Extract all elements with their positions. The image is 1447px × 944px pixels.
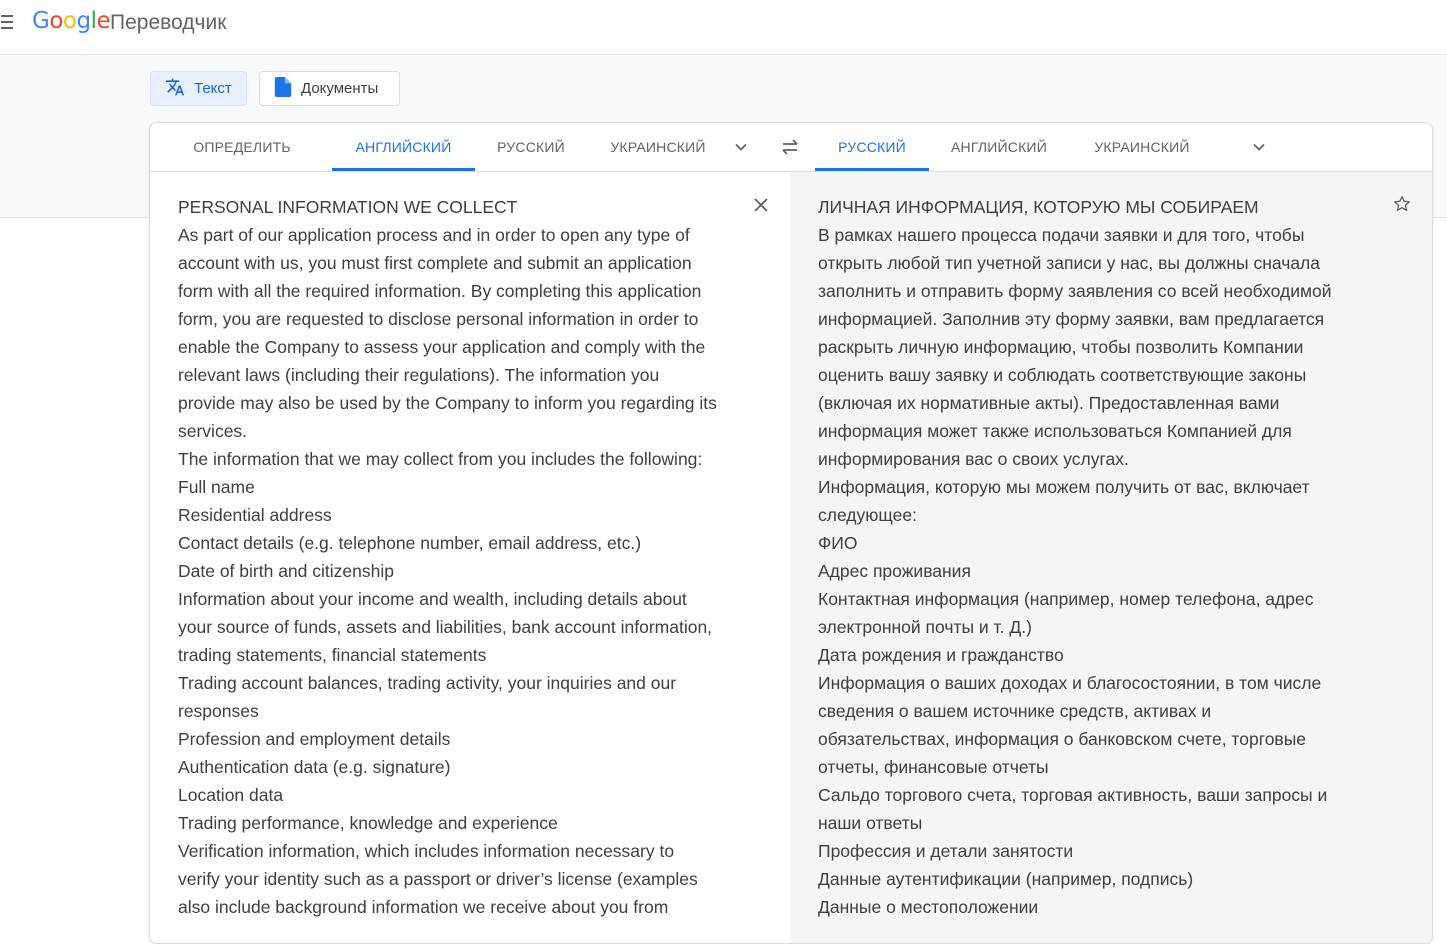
translation-line: информацией. Заполнив эту форму заявки, … xyxy=(818,309,1325,329)
translation-line: ФИО xyxy=(818,533,858,553)
translation-card: ОПРЕДЕЛИТЬ ЯЗЫК АНГЛИЙСКИЙ РУССКИЙ УКРАИ… xyxy=(149,122,1433,944)
source-line: provide may also be used by the Company … xyxy=(178,393,717,413)
translation-line: Профессия и детали занятости xyxy=(818,841,1074,861)
source-line: account with us, you must first complete… xyxy=(178,253,692,273)
source-line: As part of our application process and i… xyxy=(178,225,690,245)
translation-line: следующее: xyxy=(818,505,917,525)
translation-line: Данные аутентификации (например, подпись… xyxy=(818,869,1194,889)
source-line: Full name xyxy=(178,477,255,497)
source-line: verify your identity such as a passport … xyxy=(178,869,698,889)
translation-line: Информация о ваших доходах и благосостоя… xyxy=(818,673,1322,693)
translation-line: электронной почты и т. Д.) xyxy=(818,617,1032,637)
language-bar: ОПРЕДЕЛИТЬ ЯЗЫК АНГЛИЙСКИЙ РУССКИЙ УКРАИ… xyxy=(150,123,1432,203)
source-text-pane[interactable]: PERSONAL INFORMATION WE COLLECT As part … xyxy=(150,172,790,943)
source-line: your source of funds, assets and liabili… xyxy=(178,617,713,637)
source-textarea[interactable]: PERSONAL INFORMATION WE COLLECT As part … xyxy=(178,193,738,921)
logo-letter: g xyxy=(76,8,91,34)
translation-line: оценить вашу заявку и соблюдать соответс… xyxy=(818,365,1307,385)
translation-line: наши ответы xyxy=(818,813,923,833)
source-line: Information about your income and wealth… xyxy=(178,589,687,609)
source-line: Residential address xyxy=(178,505,332,525)
hamburger-menu-icon[interactable] xyxy=(0,10,16,34)
translation-line: В рамках нашего процесса подачи заявки и… xyxy=(818,225,1305,245)
source-more-languages-chevron-down-icon[interactable] xyxy=(733,139,749,155)
app-header: Google Переводчик xyxy=(0,0,1447,55)
translation-line: (включая их нормативные акты). Предостав… xyxy=(818,393,1280,413)
source-line: Date of birth and citizenship xyxy=(178,561,394,581)
logo-letter: o xyxy=(49,8,63,34)
translation-line: обязательствах, информация о банковском … xyxy=(818,729,1307,749)
text-mode-button[interactable]: Текст xyxy=(150,71,247,106)
translation-line: сведения о вашем источнике средств, акти… xyxy=(818,701,1212,721)
source-line: The information that we may collect from… xyxy=(178,449,703,469)
translation-line: Дата рождения и гражданство xyxy=(818,645,1064,665)
target-lang-ukrainian[interactable]: УКРАИНСКИЙ xyxy=(1094,123,1190,171)
documents-mode-label: Документы xyxy=(301,80,379,97)
target-more-languages-chevron-down-icon[interactable] xyxy=(1251,139,1267,155)
source-line: responses xyxy=(178,701,259,721)
source-line: also include background information we r… xyxy=(178,897,669,917)
source-line: Location data xyxy=(178,785,284,805)
translation-line: Сальдо торгового счета, торговая активно… xyxy=(818,785,1328,805)
source-lang-ukrainian[interactable]: УКРАИНСКИЙ xyxy=(610,123,706,171)
translation-output: ЛИЧНАЯ ИНФОРМАЦИЯ, КОТОРУЮ МЫ СОБИРАЕМ В… xyxy=(818,193,1363,921)
translation-line: Данные о местоположении xyxy=(818,897,1039,917)
source-line: PERSONAL INFORMATION WE COLLECT xyxy=(178,197,518,217)
translate-icon xyxy=(165,77,185,101)
translation-line: открыть любой тип учетной записи у нас, … xyxy=(818,253,1321,273)
source-line: form, you are requested to disclose pers… xyxy=(178,309,699,329)
source-line: Trading account balances, trading activi… xyxy=(178,673,677,693)
source-line: Authentication data (e.g. signature) xyxy=(178,757,451,777)
translation-line: раскрыть личную информацию, чтобы позвол… xyxy=(818,337,1304,357)
logo-letter: o xyxy=(62,8,77,34)
source-line: enable the Company to assess your applic… xyxy=(178,337,706,357)
translation-line: Контактная информация (например, номер т… xyxy=(818,589,1314,609)
source-lang-russian[interactable]: РУССКИЙ xyxy=(490,123,572,171)
translation-line: ЛИЧНАЯ ИНФОРМАЦИЯ, КОТОРУЮ МЫ СОБИРАЕМ xyxy=(818,197,1259,217)
google-logo: Google xyxy=(32,8,111,34)
translation-line: Информация, которую мы можем получить от… xyxy=(818,477,1310,497)
logo-letter: e xyxy=(96,8,111,34)
translation-line: Адрес проживания xyxy=(818,561,971,581)
translation-line: информация может также использоваться Ко… xyxy=(818,421,1292,441)
source-lang-english[interactable]: АНГЛИЙСКИЙ xyxy=(332,123,475,171)
source-lang-detect[interactable]: ОПРЕДЕЛИТЬ ЯЗЫК xyxy=(174,123,310,203)
clear-text-close-icon[interactable] xyxy=(753,197,769,213)
app-name: Переводчик xyxy=(110,11,227,34)
source-line: relevant laws (including their regulatio… xyxy=(178,365,660,385)
translation-line: отчеты, финансовые отчеты xyxy=(818,757,1049,777)
source-line: Profession and employment details xyxy=(178,729,451,749)
logo-letter: G xyxy=(32,8,50,34)
source-line: form with all the required information. … xyxy=(178,281,702,301)
translation-line: заполнить и отправить форму заявления со… xyxy=(818,281,1332,301)
source-line: trading statements, financial statements xyxy=(178,645,487,665)
save-translation-star-icon[interactable] xyxy=(1392,194,1412,214)
document-icon xyxy=(274,76,292,101)
text-mode-label: Текст xyxy=(194,80,232,97)
source-line: Trading performance, knowledge and exper… xyxy=(178,813,558,833)
source-line: Verification information, which includes… xyxy=(178,841,675,861)
documents-mode-button[interactable]: Документы xyxy=(259,71,400,106)
translation-line: информирования вас о своих услугах. xyxy=(818,449,1129,469)
translation-pane: ЛИЧНАЯ ИНФОРМАЦИЯ, КОТОРУЮ МЫ СОБИРАЕМ В… xyxy=(790,172,1432,943)
target-lang-russian[interactable]: РУССКИЙ xyxy=(815,123,929,171)
swap-languages-icon[interactable] xyxy=(779,137,801,157)
source-line: Contact details (e.g. telephone number, … xyxy=(178,533,642,553)
target-lang-english[interactable]: АНГЛИЙСКИЙ xyxy=(951,123,1047,171)
source-line: services. xyxy=(178,421,248,441)
